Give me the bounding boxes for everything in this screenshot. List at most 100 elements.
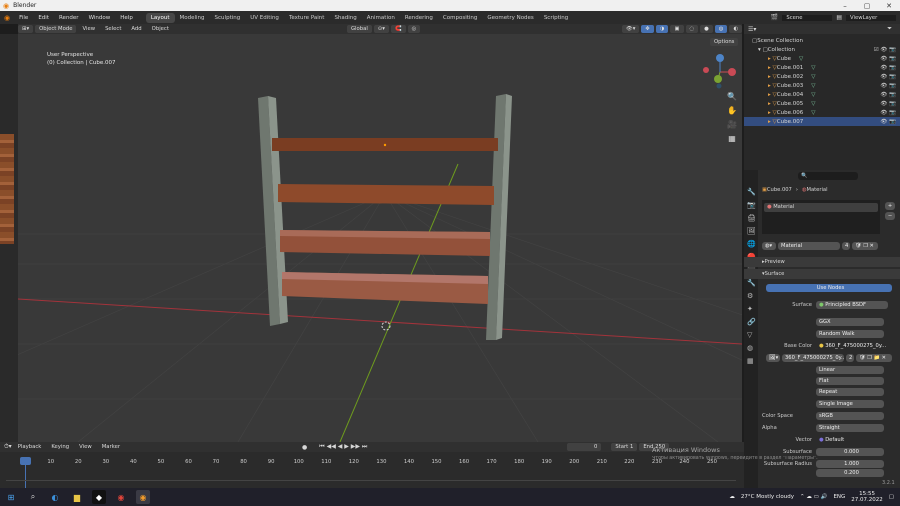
base-color-link[interactable]: ● 360_F_475000275_0y...: [816, 342, 888, 350]
visibility-icons[interactable]: 👁 📷: [880, 110, 896, 116]
shading-rendered-icon[interactable]: ◐: [729, 25, 742, 33]
clock-icon[interactable]: ⏱▾: [4, 443, 12, 451]
tab-uv-editing[interactable]: UV Editing: [245, 13, 284, 23]
xray-icon[interactable]: ▣: [670, 25, 684, 33]
menu-edit[interactable]: Edit: [33, 15, 54, 21]
image-actions-icons[interactable]: 🛡 ❐ 📁 ✕: [856, 354, 892, 362]
subsurface-radius-2[interactable]: 0.200: [816, 469, 884, 477]
viewport-menu-object[interactable]: Object: [148, 26, 173, 32]
visibility-icons[interactable]: 👁 📷: [880, 74, 896, 80]
timeline-menu-view[interactable]: View: [75, 444, 96, 450]
weather-icon[interactable]: ☁: [729, 494, 735, 500]
remove-slot-button[interactable]: −: [885, 212, 895, 220]
menu-window[interactable]: Window: [84, 15, 116, 21]
tab-compositing[interactable]: Compositing: [438, 13, 482, 23]
vector-link[interactable]: ● Default: [816, 436, 884, 444]
close-button[interactable]: ✕: [878, 2, 900, 10]
timeline-scrollbar[interactable]: [6, 480, 736, 484]
transform-orientation-dropdown[interactable]: Global: [346, 25, 372, 33]
orthographic-toggle-icon[interactable]: ▦: [725, 132, 739, 146]
snap-icon[interactable]: 🧲: [390, 25, 406, 33]
source-dropdown[interactable]: Single Image: [816, 400, 884, 408]
search-icon[interactable]: ⌕: [26, 490, 40, 504]
visibility-icons[interactable]: 👁 📷: [880, 56, 896, 62]
color-space-dropdown[interactable]: sRGB: [816, 412, 884, 420]
shading-wireframe-icon[interactable]: ◌: [685, 25, 699, 33]
options-dropdown[interactable]: Options: [710, 38, 739, 46]
editor-type-button[interactable]: ⊞▾: [18, 25, 34, 33]
scene-selector[interactable]: Scene: [782, 14, 833, 21]
visibility-icons[interactable]: 👁 📷: [880, 65, 896, 71]
extension-dropdown[interactable]: Repeat: [816, 388, 884, 396]
file-explorer-icon[interactable]: ▆: [70, 490, 84, 504]
outliner-item[interactable]: ▸ ▽ Cube ▽ 👁 📷: [744, 54, 900, 63]
material-slot-list[interactable]: ● Material: [762, 200, 880, 234]
timeline-menu-marker[interactable]: Marker: [98, 444, 124, 450]
material-name-field[interactable]: Material: [778, 242, 840, 250]
playback-controls[interactable]: ⏮ ◀◀ ◀ ▶ ▶▶ ⏭: [319, 443, 367, 451]
subsurface-radius-1[interactable]: 1.000: [816, 460, 884, 468]
projection-dropdown[interactable]: Flat: [816, 377, 884, 385]
add-slot-button[interactable]: +: [885, 202, 895, 210]
current-frame-field[interactable]: 0: [567, 443, 602, 451]
outliner-item[interactable]: ▸ ▽ Cube.001 ▽ 👁 📷: [744, 63, 900, 72]
tab-texture-paint[interactable]: Texture Paint: [284, 13, 330, 23]
minimize-button[interactable]: –: [834, 2, 856, 10]
outliner-item-selected[interactable]: ▸ ▽ Cube.007 👁 📷: [744, 117, 900, 126]
outliner-editor-icon[interactable]: ☰▾: [748, 26, 756, 33]
outliner-item[interactable]: ▸ ▽ Cube.002 ▽ 👁 📷: [744, 72, 900, 81]
shading-material-icon[interactable]: ◍: [714, 25, 728, 33]
weather-text[interactable]: 27°C Mostly cloudy: [741, 494, 794, 500]
outliner-item[interactable]: ▸ ▽ Cube.003 ▽ 👁 📷: [744, 81, 900, 90]
visibility-icons[interactable]: ☑ 👁 📷: [874, 47, 896, 53]
notifications-icon[interactable]: ▢: [889, 494, 894, 500]
tab-animation[interactable]: Animation: [362, 13, 400, 23]
viewport-menu-add[interactable]: Add: [127, 26, 145, 32]
outliner-item[interactable]: ▸ ▽ Cube.005 ▽ 👁 📷: [744, 99, 900, 108]
pan-hand-icon[interactable]: ✋: [725, 104, 739, 118]
shading-solid-icon[interactable]: ●: [700, 25, 713, 33]
outliner-collection[interactable]: ▾ ▢ Collection ☑ 👁 📷: [744, 45, 900, 54]
tab-sculpting[interactable]: Sculpting: [210, 13, 246, 23]
material-browse-icon[interactable]: ◍▾: [762, 242, 776, 250]
visibility-icons[interactable]: 👁 📷: [880, 101, 896, 107]
viewport-menu-view[interactable]: View: [78, 26, 99, 32]
3d-viewport[interactable]: User Perspective (0) Collection | Cube.0…: [18, 34, 742, 442]
menu-render[interactable]: Render: [54, 15, 84, 21]
preview-panel-header[interactable]: ▸ Preview: [744, 257, 900, 267]
blender-menu-icon[interactable]: ◉: [4, 14, 10, 22]
outliner-filter-icon[interactable]: ⏷: [887, 25, 892, 33]
clock[interactable]: 15:55 27.07.2022: [851, 491, 883, 503]
visibility-icons[interactable]: 👁 📷: [880, 119, 896, 125]
tab-shading[interactable]: Shading: [329, 13, 361, 23]
surface-panel-header[interactable]: ▾ Surface: [744, 269, 900, 279]
pivot-point-icon[interactable]: ⊙▾: [373, 25, 389, 33]
viewport-menu-select[interactable]: Select: [101, 26, 125, 32]
tab-scripting[interactable]: Scripting: [539, 13, 573, 23]
material-slot-item[interactable]: ● Material: [764, 203, 878, 212]
navigation-gizmo[interactable]: [698, 50, 742, 94]
interpolation-dropdown[interactable]: Linear: [816, 366, 884, 374]
view-layer-selector[interactable]: ViewLayer: [846, 14, 896, 21]
tab-modeling[interactable]: Modeling: [175, 13, 210, 23]
overlay-toggle-icon[interactable]: ◑: [655, 25, 669, 33]
subsurface-value[interactable]: 0.000: [816, 448, 884, 456]
image-browse-icon[interactable]: 🖼▾: [766, 354, 780, 362]
material-users-count[interactable]: 4: [842, 242, 850, 250]
outliner-scene-collection[interactable]: ▢ Scene Collection: [744, 36, 900, 45]
timeline-menu-keying[interactable]: Keying: [47, 444, 73, 450]
camera-view-icon[interactable]: 🎥: [725, 118, 739, 132]
image-users-count[interactable]: 2: [846, 354, 854, 362]
chrome-icon[interactable]: ◉: [114, 490, 128, 504]
proportional-edit-icon[interactable]: ◎: [407, 25, 421, 33]
visibility-icons[interactable]: 👁 📷: [880, 92, 896, 98]
gizmo-toggle-icon[interactable]: ✥: [641, 25, 654, 33]
tab-rendering[interactable]: Rendering: [400, 13, 438, 23]
subsurface-method-dropdown[interactable]: Random Walk: [816, 330, 884, 338]
start-frame-field[interactable]: Start 1: [611, 443, 638, 451]
visibility-icons[interactable]: 👁 📷: [880, 83, 896, 89]
zoom-icon[interactable]: 🔍: [725, 90, 739, 104]
maximize-button[interactable]: ▢: [856, 2, 878, 10]
outliner-item[interactable]: ▸ ▽ Cube.004 ▽ 👁 📷: [744, 90, 900, 99]
distribution-dropdown[interactable]: GGX: [816, 318, 884, 326]
